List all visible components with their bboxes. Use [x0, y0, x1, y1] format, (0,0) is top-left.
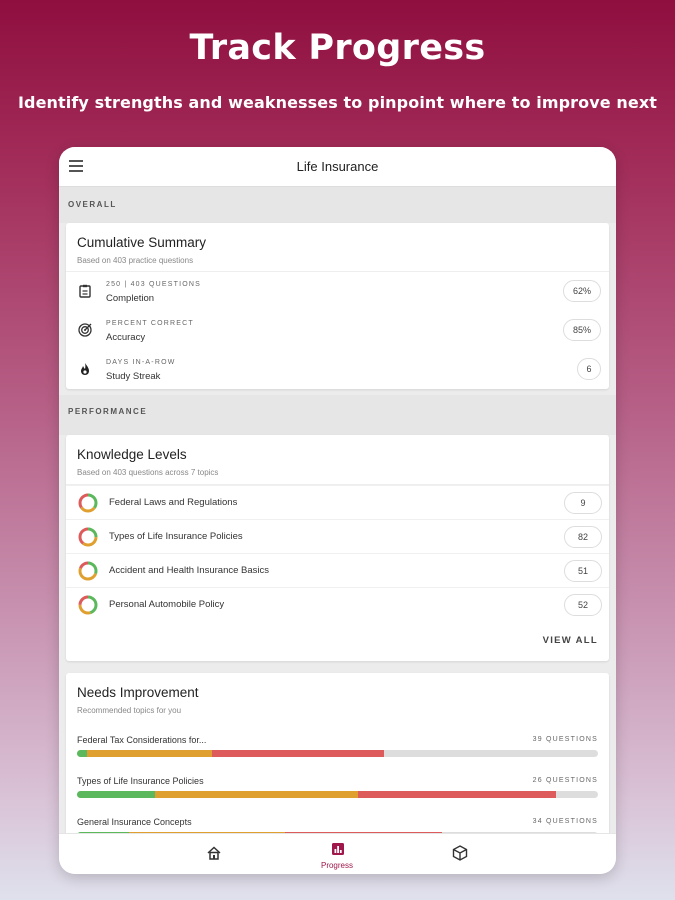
progress-bar [77, 791, 598, 798]
card-title: Cumulative Summary [77, 235, 207, 250]
stat-label: Study Streak [106, 371, 161, 382]
card-subtitle: Based on 403 questions across 7 topics [77, 468, 219, 477]
section-label-performance: PERFORMANCE [59, 395, 616, 435]
nav-label: Progress [320, 861, 353, 870]
topic-name: Accident and Health Insurance Basics [109, 565, 270, 576]
knowledge-levels-card: Knowledge Levels Based on 403 questions … [66, 435, 609, 661]
nav-home[interactable] [184, 834, 244, 874]
topic-name: Personal Automobile Policy [109, 599, 225, 610]
progress-segment [87, 750, 213, 757]
nav-progress[interactable]: Progress [307, 834, 367, 874]
stat-kicker: DAYS IN-A-ROW [106, 359, 176, 366]
card-subtitle: Recommended topics for you [77, 706, 182, 715]
progress-segment [77, 750, 88, 757]
progress-ring-icon [78, 561, 98, 581]
topic-count-pill: 52 [564, 594, 602, 616]
topic-name: Types of Life Insurance Policies [77, 776, 204, 786]
topic-count-pill: 82 [564, 526, 602, 548]
cube-icon [452, 845, 468, 861]
question-count: 39 QUESTIONS [532, 736, 598, 743]
stat-value-pill: 6 [577, 358, 601, 380]
question-count: 26 QUESTIONS [532, 777, 598, 784]
stat-row-streak[interactable]: DAYS IN-A-ROW Study Streak 6 [66, 350, 609, 389]
progress-segment [358, 791, 557, 798]
card-subtitle: Based on 403 practice questions [77, 256, 194, 265]
stat-value-pill: 85% [563, 319, 601, 341]
topic-row[interactable]: Personal Automobile Policy 52 [66, 587, 609, 621]
section-label-overall: OVERALL [59, 187, 616, 223]
topic-row[interactable]: Types of Life Insurance Policies 82 [66, 519, 609, 553]
topic-name: Federal Laws and Regulations [109, 497, 238, 508]
topic-row[interactable]: Accident and Health Insurance Basics 51 [66, 553, 609, 587]
stat-kicker: 250 | 403 QUESTIONS [106, 281, 202, 288]
progress-ring-icon [78, 493, 98, 513]
needs-improvement-row[interactable]: Types of Life Insurance Policies 26 QUEST… [66, 770, 609, 811]
view-all-button[interactable]: VIEW ALL [66, 621, 609, 661]
card-title: Knowledge Levels [77, 447, 187, 462]
card-title: Needs Improvement [77, 685, 199, 700]
flame-icon [81, 363, 89, 375]
progress-ring-icon [78, 595, 98, 615]
progress-segment [155, 791, 359, 798]
topic-count-pill: 9 [564, 492, 602, 514]
nav-cube[interactable] [430, 834, 490, 874]
stat-row-accuracy[interactable]: PERCENT CORRECT Accuracy 85% [66, 311, 609, 350]
home-icon [207, 846, 221, 860]
hero-subtitle: Identify strengths and weaknesses to pin… [17, 93, 658, 112]
stat-label: Accuracy [106, 332, 146, 343]
progress-segment [77, 791, 156, 798]
hero-title: Track Progress [189, 28, 486, 68]
question-count: 34 QUESTIONS [532, 818, 598, 825]
topic-count-pill: 51 [564, 560, 602, 582]
app-title: Life Insurance [296, 159, 379, 174]
progress-segment [212, 750, 385, 757]
bottom-nav: Progress [59, 833, 616, 874]
stat-value-pill: 62% [563, 280, 601, 302]
topic-row[interactable]: Federal Laws and Regulations 9 [66, 485, 609, 519]
app-window: Life Insurance OVERALL Cumulative Summar… [59, 147, 616, 874]
stat-row-completion[interactable]: 250 | 403 QUESTIONS Completion 62% [66, 272, 609, 311]
target-icon [78, 323, 92, 337]
progress-bar [77, 750, 598, 757]
stat-label: Completion [106, 293, 155, 304]
needs-improvement-row[interactable]: Federal Tax Considerations for... 39 QUES… [66, 729, 609, 770]
clipboard-icon [79, 284, 91, 298]
cumulative-summary-card: Cumulative Summary Based on 403 practice… [66, 223, 609, 389]
topic-name: Federal Tax Considerations for... [77, 735, 207, 745]
progress-icon [332, 843, 344, 855]
topic-name: Types of Life Insurance Policies [109, 531, 243, 542]
topic-name: General Insurance Concepts [77, 817, 192, 827]
app-bar: Life Insurance [59, 147, 616, 187]
progress-ring-icon [78, 527, 98, 547]
stat-kicker: PERCENT CORRECT [106, 320, 194, 327]
needs-improvement-card: Needs Improvement Recommended topics for… [66, 673, 609, 852]
